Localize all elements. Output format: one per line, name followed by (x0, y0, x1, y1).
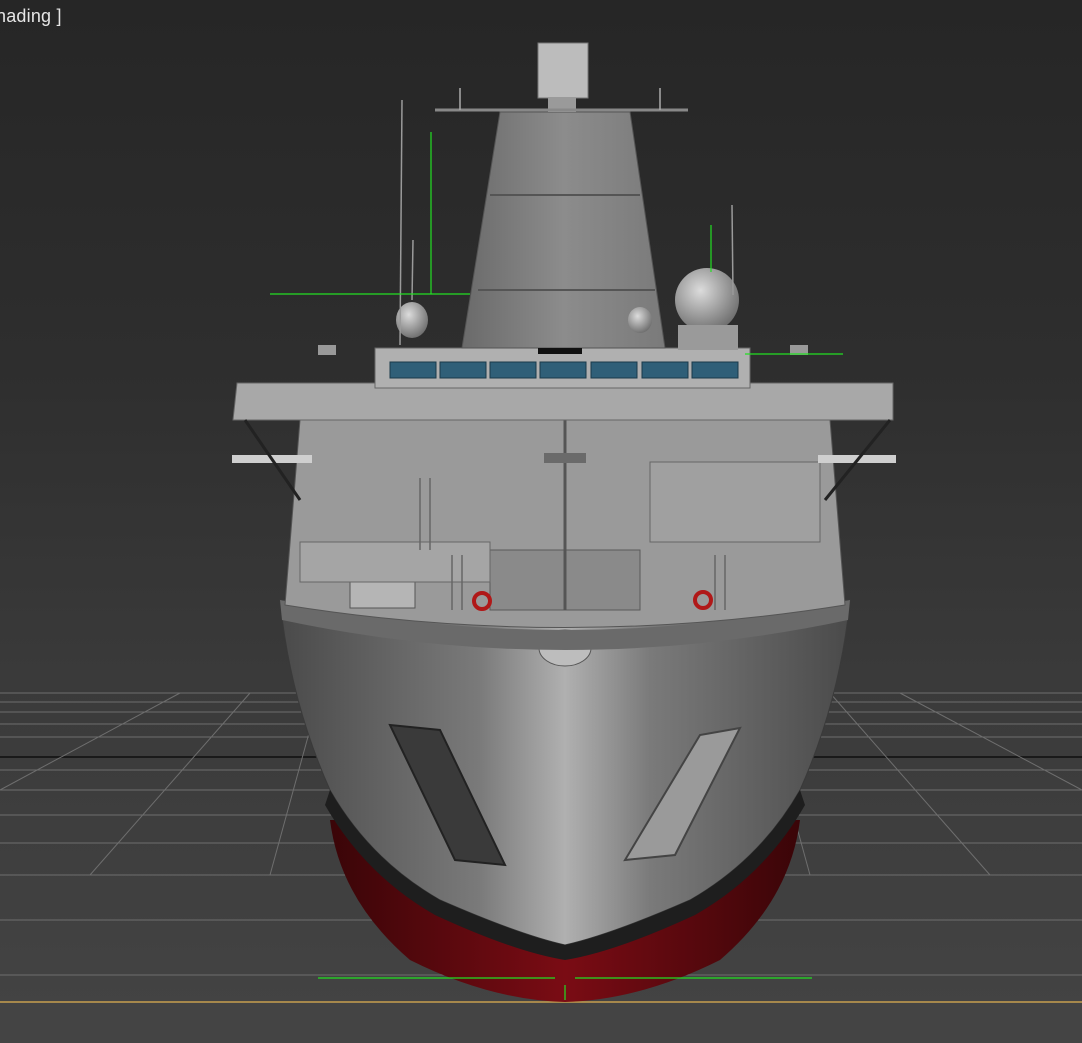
deck-overhang (232, 382, 894, 421)
viewport-canvas[interactable] (0, 0, 1082, 1043)
deck-block-right (649, 461, 821, 543)
radome-small (628, 307, 652, 333)
3d-viewport[interactable]: nading ] (0, 0, 1082, 1043)
floor-strip (0, 1003, 1082, 1043)
radome-large (675, 268, 739, 332)
bridge-windows (389, 361, 739, 379)
radar-box (537, 42, 589, 99)
